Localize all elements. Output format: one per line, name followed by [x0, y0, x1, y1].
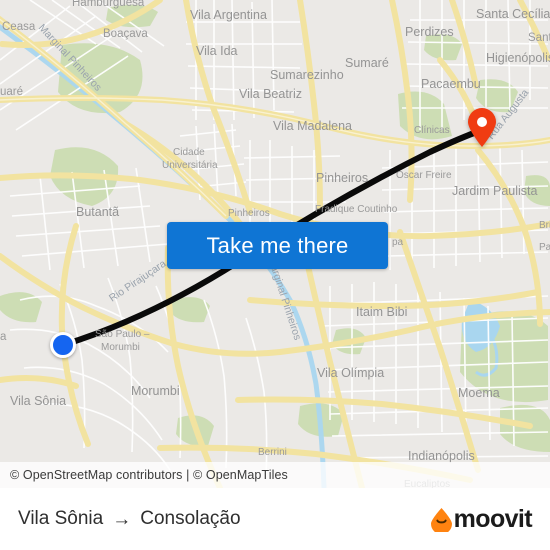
arrow-icon: →	[112, 508, 132, 530]
map-label: Morumbi	[131, 384, 180, 398]
map-label: pa	[392, 237, 404, 248]
map-label: São Paulo –	[95, 329, 150, 340]
moovit-route-widget: Ceasa Hamburguesa Boaçava Vila Argentina Vil…	[0, 0, 550, 550]
map-label: Vila Ida	[196, 44, 238, 58]
footer-bar: Vila Sônia → Consolação moovit	[0, 488, 550, 550]
map-label: Indianópolis	[408, 449, 475, 463]
origin-marker[interactable]	[50, 332, 76, 358]
map-label: Universitária	[162, 160, 218, 171]
map-label: Clínicas	[414, 125, 450, 136]
map-label: Santa Cecília	[476, 7, 550, 21]
map-label: Santa	[528, 32, 550, 44]
map-label: Bri	[539, 220, 550, 231]
origin-label: Vila Sônia	[18, 508, 104, 529]
map-label: Berrini	[258, 447, 287, 458]
map-label: uaré	[0, 86, 23, 98]
map-label: Sumarezinho	[270, 68, 344, 82]
moovit-logo[interactable]: moovit	[430, 504, 533, 534]
map-label: Pa	[539, 242, 550, 253]
map-label: Higienópolis	[486, 51, 550, 65]
map-canvas[interactable]: Ceasa Hamburguesa Boaçava Vila Argentina Vil…	[0, 0, 550, 488]
map-label: Vila Beatriz	[239, 87, 302, 101]
map-label: Butantã	[76, 205, 119, 219]
attribution-text: © OpenStreetMap contributors | © OpenMap…	[10, 468, 288, 482]
map-label: Jardim Paulista	[452, 184, 537, 198]
map-label: Pacaembu	[421, 77, 481, 91]
map-label: Vila Argentina	[190, 8, 267, 22]
moovit-pin-icon	[430, 507, 453, 534]
map-label: Vila Madalena	[273, 119, 352, 133]
map-label: Fradique Coutinho	[315, 204, 398, 215]
map-label: Ceasa	[2, 21, 36, 33]
route-summary: Vila Sônia → Consolação	[18, 508, 241, 530]
map-label: Moema	[458, 386, 500, 400]
map-label: Oscar Freire	[396, 170, 452, 181]
take-me-there-button[interactable]: Take me there	[167, 222, 388, 269]
destination-label: Consolação	[140, 508, 241, 529]
map-label: Morumbi	[101, 342, 140, 353]
map-label: Pinheiros	[316, 171, 368, 185]
map-label: Perdizes	[405, 25, 454, 39]
map-label: Sumaré	[345, 56, 389, 70]
destination-marker[interactable]	[467, 108, 497, 148]
map-label: a	[0, 331, 7, 343]
map-attribution: © OpenStreetMap contributors | © OpenMap…	[0, 462, 550, 488]
map-label: Cidade	[173, 147, 205, 158]
map-label: Boaçava	[103, 28, 148, 40]
moovit-wordmark: moovit	[453, 504, 533, 533]
map-label: Hamburguesa	[72, 0, 145, 9]
map-label: Pinheiros	[228, 208, 270, 219]
map-label: Vila Sônia	[10, 394, 66, 408]
map-label: Itaim Bibi	[356, 305, 407, 319]
map-label: Vila Olímpia	[317, 366, 384, 380]
